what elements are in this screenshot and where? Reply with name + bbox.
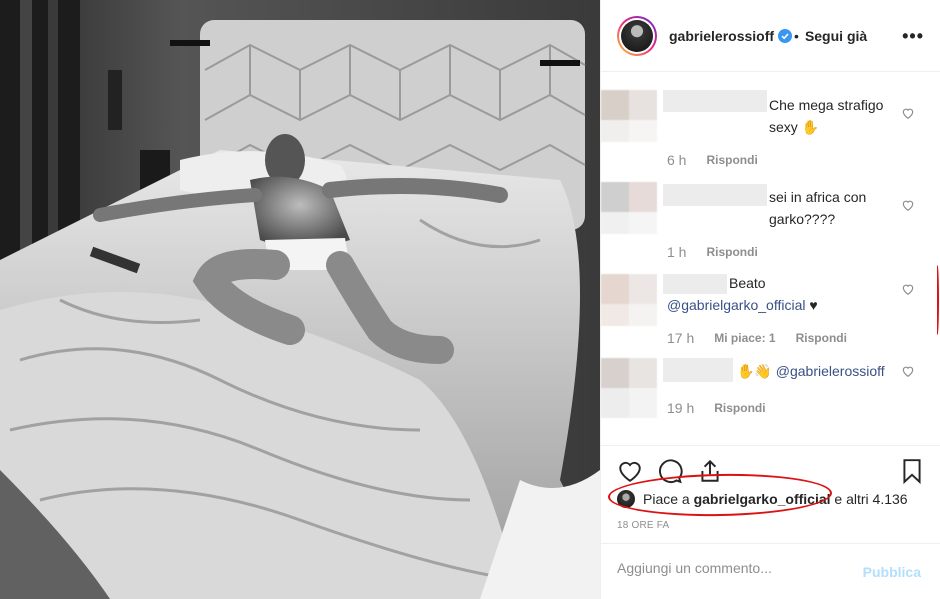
commenter-name-blurred[interactable]	[663, 274, 727, 294]
comment-likes-count[interactable]: Mi piace: 1	[714, 331, 775, 345]
comment-item: ✋👋 @gabrielerossioff 19 h Rispondi	[601, 356, 940, 436]
like-comment-heart-icon[interactable]	[901, 198, 915, 212]
bookmark-icon[interactable]	[899, 458, 925, 484]
likes-others-link[interactable]: e altri 4.136	[834, 491, 907, 507]
post-photo[interactable]	[0, 0, 600, 599]
comment-time: 17 h	[667, 330, 695, 346]
commenter-avatar-blurred[interactable]	[601, 172, 657, 234]
comment-heart-emoji: ♥	[809, 297, 818, 313]
separator-dot: •	[794, 27, 799, 44]
mention-link[interactable]: @gabrielgarko_official	[667, 297, 805, 313]
commenter-avatar-blurred[interactable]	[601, 80, 657, 142]
comment-input[interactable]	[617, 560, 857, 576]
comments-list: Che mega strafigo sexy ✋ 6 h Rispondi se…	[601, 80, 940, 436]
comment-item: sei in africa con garko???? 1 h Rispondi	[601, 172, 940, 264]
mention-link[interactable]: @gabrielerossioff	[776, 363, 885, 379]
publish-button[interactable]: Pubblica	[863, 564, 921, 580]
profile-avatar[interactable]	[617, 15, 657, 56]
reply-button[interactable]: Rispondi	[714, 401, 765, 415]
like-comment-heart-icon[interactable]	[901, 282, 915, 296]
like-comment-heart-icon[interactable]	[901, 106, 915, 120]
commenter-avatar-blurred[interactable]	[601, 264, 657, 326]
verified-badge-icon	[778, 28, 793, 43]
post-image	[0, 0, 600, 599]
comment-item: Che mega strafigo sexy ✋ 6 h Rispondi	[601, 80, 940, 172]
red-line-annotation	[936, 265, 939, 335]
post-timestamp[interactable]: 18 ORE FA	[617, 520, 669, 531]
commenter-avatar-blurred[interactable]	[601, 356, 657, 418]
commenter-name-blurred[interactable]	[663, 90, 767, 112]
commenter-name-blurred[interactable]	[663, 358, 733, 382]
comment-text: Beato	[729, 275, 766, 291]
commenter-name-blurred[interactable]	[663, 184, 767, 206]
post-header: gabrielerossioff • Segui già •••	[601, 0, 940, 72]
comment-text: Che mega strafigo sexy ✋	[769, 97, 884, 135]
add-comment-bar: Pubblica	[601, 543, 940, 599]
reply-button[interactable]: Rispondi	[706, 153, 757, 167]
comment-time: 1 h	[667, 244, 687, 260]
reply-button[interactable]: Rispondi	[706, 245, 757, 259]
avatar-image	[621, 19, 653, 52]
comment-text: sei in africa con garko????	[769, 189, 867, 227]
more-options-icon[interactable]: •••	[902, 26, 924, 47]
comment-item: Beato @gabrielgarko_official ♥ 17 h Mi p…	[601, 264, 940, 356]
reply-button[interactable]: Rispondi	[796, 331, 847, 345]
follow-status-button[interactable]: Segui già	[805, 28, 867, 44]
like-heart-icon[interactable]	[617, 458, 643, 484]
comment-time: 6 h	[667, 152, 687, 168]
username-link[interactable]: gabrielerossioff	[669, 28, 774, 44]
comment-emoji: ✋👋	[737, 363, 772, 379]
like-comment-heart-icon[interactable]	[901, 364, 915, 378]
comment-time: 19 h	[667, 400, 695, 416]
